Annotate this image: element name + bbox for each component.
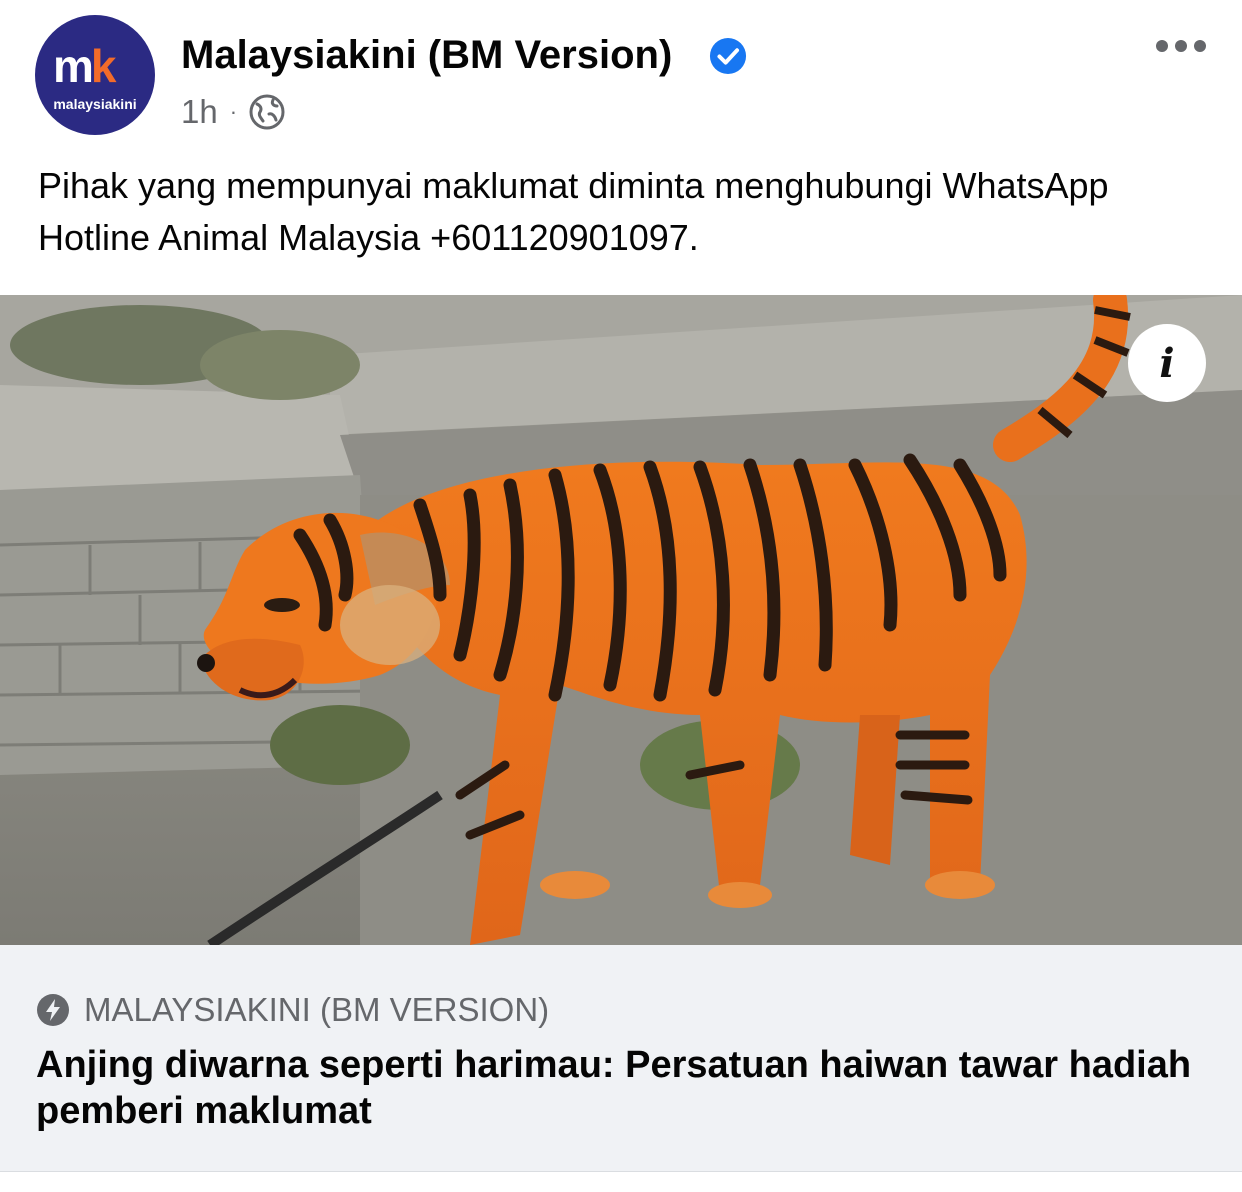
post-timestamp[interactable]: 1h [181, 93, 218, 131]
info-icon[interactable]: i [1128, 324, 1206, 402]
post-caption: Pihak yang mempunyai maklumat diminta me… [38, 165, 1109, 258]
more-dot [1156, 40, 1168, 52]
more-dot [1194, 40, 1206, 52]
tiger-painted-dog-photo [0, 295, 1242, 945]
link-source-text: MALAYSIAKINI (BM VERSION) [84, 991, 550, 1028]
facebook-post: mk malaysiakini Malaysiakini (BM Version… [0, 0, 1242, 1192]
more-dot [1175, 40, 1187, 52]
post-photo[interactable] [0, 295, 1242, 945]
avatar-wordmark: malaysiakini [53, 96, 137, 112]
meta-separator: · [229, 99, 238, 124]
instant-article-bolt-icon [37, 994, 69, 1026]
avatar-logo-mark: mk [53, 40, 116, 92]
page-name[interactable]: Malaysiakini (BM Version) [181, 30, 672, 80]
page-avatar[interactable]: mk malaysiakini [35, 15, 155, 135]
link-headline[interactable]: Anjing diwarna seperti harimau: Persatua… [36, 1042, 1206, 1134]
more-options-icon[interactable] [1156, 34, 1206, 58]
verified-badge-icon [709, 37, 747, 75]
post-meta: 1h · [181, 92, 285, 132]
globe-icon [249, 94, 285, 130]
link-source: MALAYSIAKINI (BM VERSION) [36, 990, 549, 1030]
